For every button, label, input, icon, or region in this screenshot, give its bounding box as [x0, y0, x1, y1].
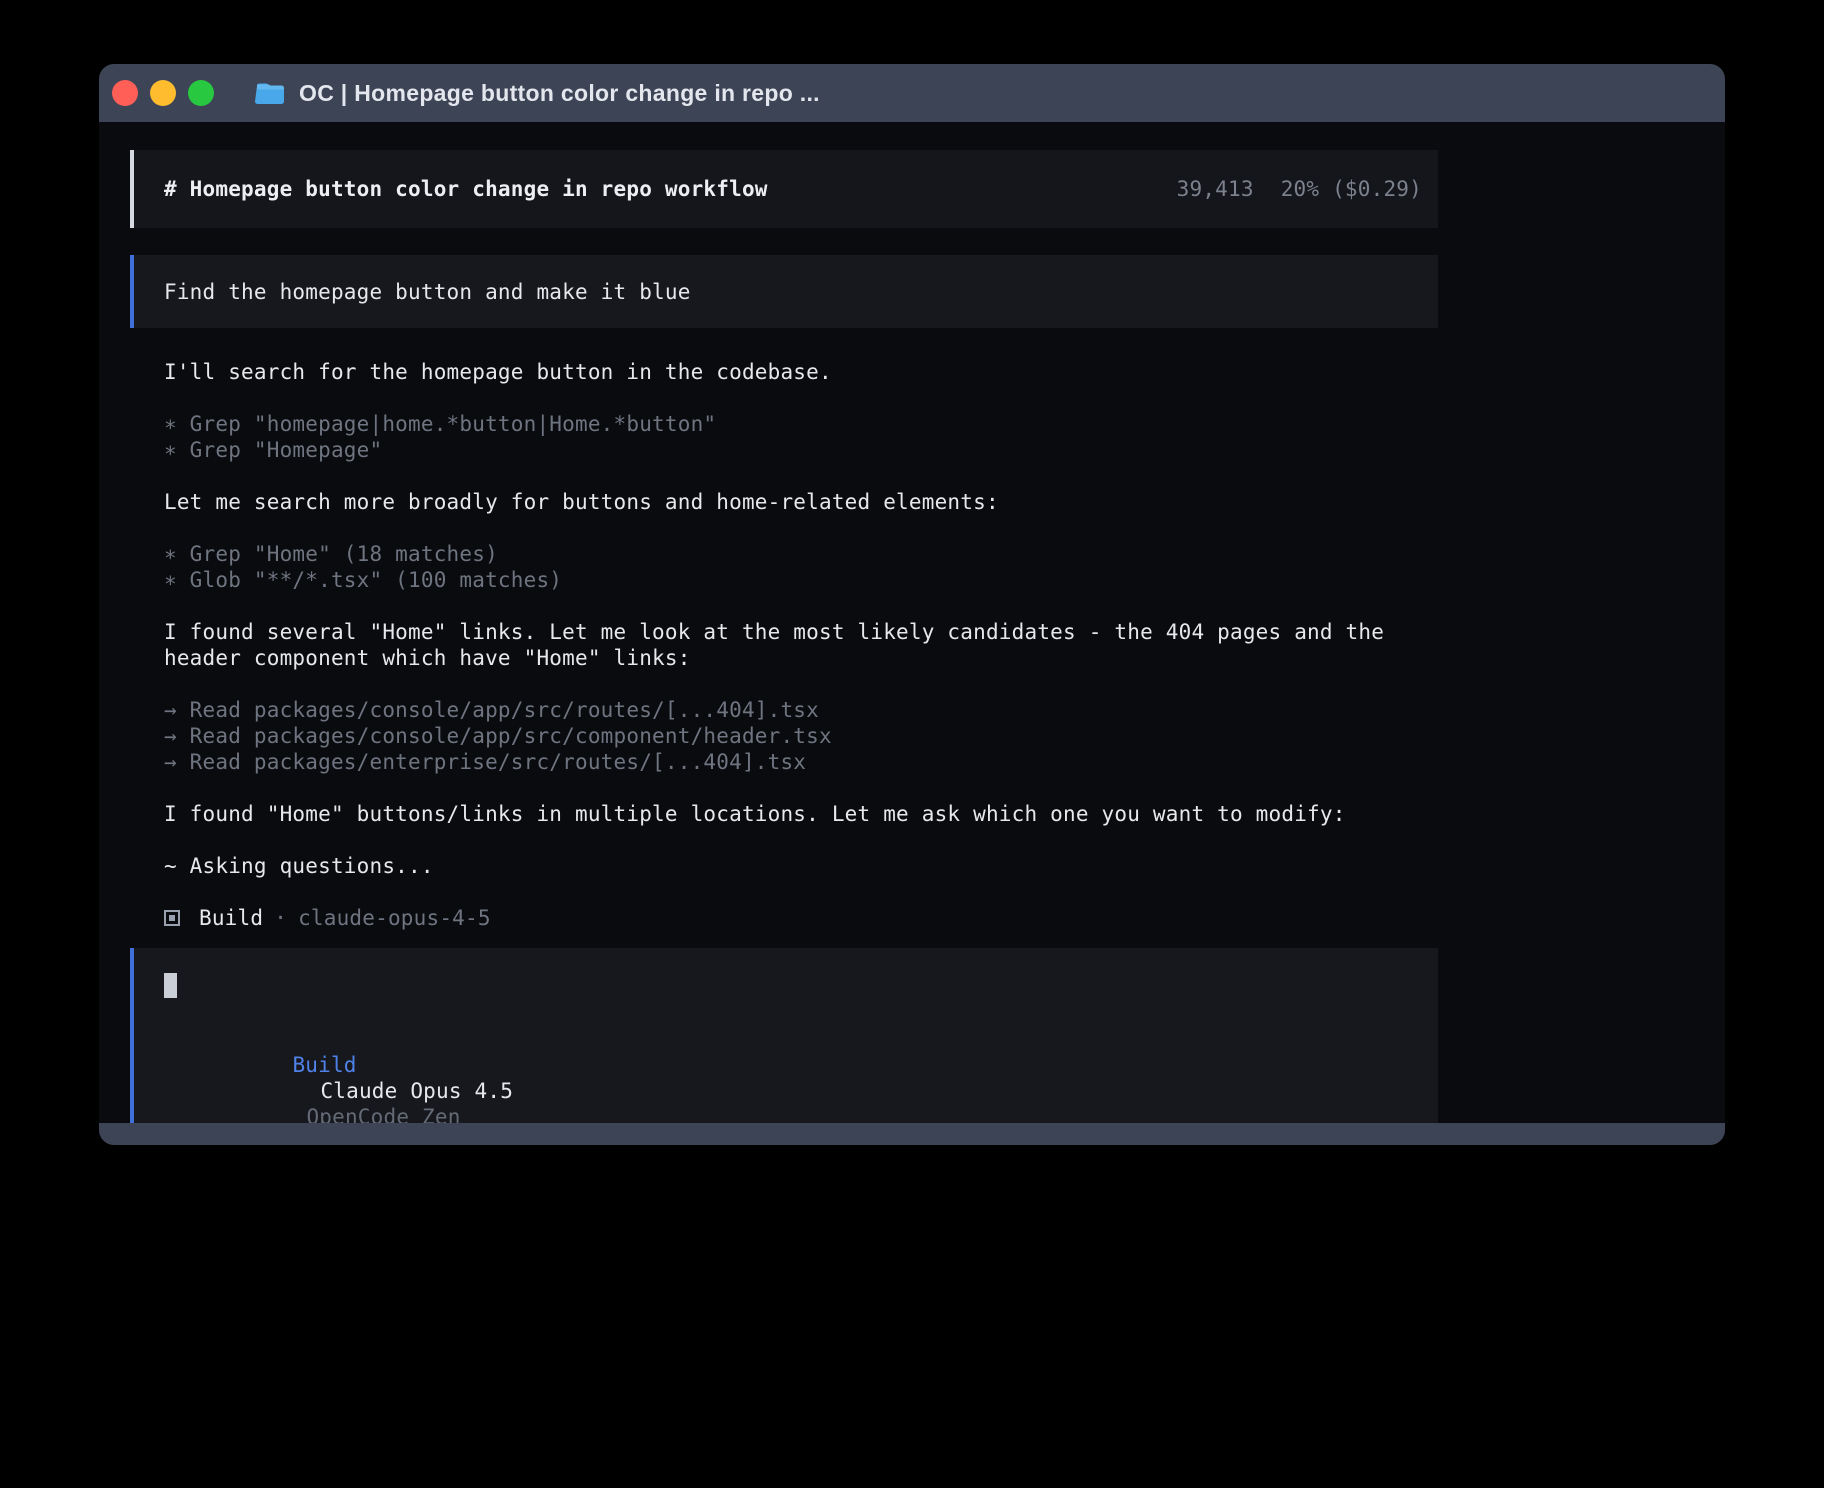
- context-cost: 20% ($0.29): [1281, 177, 1422, 201]
- assistant-text: I'll search for the homepage button in t…: [164, 359, 1438, 385]
- window-bottom-frame: [99, 1123, 1725, 1145]
- user-message: Find the homepage button and make it blu…: [130, 255, 1438, 328]
- input-meta: Build Claude Opus 4.5 OpenCode Zen: [164, 1026, 1408, 1123]
- tool-call-read: → Read packages/enterprise/src/routes/[.…: [164, 749, 1438, 775]
- terminal-window: OC | Homepage button color change in rep…: [99, 64, 1725, 1145]
- agent-model: claude-opus-4-5: [298, 905, 491, 931]
- zoom-button[interactable]: [188, 80, 214, 106]
- session-title: # Homepage button color change in repo w…: [164, 176, 768, 202]
- build-agent-icon: [164, 910, 180, 926]
- assistant-status: ~ Asking questions...: [164, 853, 1438, 879]
- assistant-text: Let me search more broadly for buttons a…: [164, 489, 1438, 515]
- tool-call-grep: ∗ Grep "Home" (18 matches): [164, 541, 1438, 567]
- assistant-text: I found "Home" buttons/links in multiple…: [164, 801, 1438, 827]
- terminal-content[interactable]: # Homepage button color change in repo w…: [99, 122, 1725, 1123]
- minimize-button[interactable]: [150, 80, 176, 106]
- tool-call-glob: ∗ Glob "**/*.tsx" (100 matches): [164, 567, 1438, 593]
- agent-status-line: Build · claude-opus-4-5: [164, 905, 1438, 931]
- tool-call-read: → Read packages/console/app/src/routes/[…: [164, 697, 1438, 723]
- agent-name: Build: [199, 905, 263, 931]
- session-stats: 39,413 20% ($0.29): [1177, 176, 1422, 202]
- session-header: # Homepage button color change in repo w…: [130, 150, 1438, 228]
- text-cursor: [164, 973, 177, 998]
- agent-separator: ·: [274, 905, 287, 931]
- close-button[interactable]: [112, 80, 138, 106]
- mode-label: Build: [292, 1053, 356, 1077]
- assistant-text: I found several "Home" links. Let me loo…: [164, 619, 1438, 671]
- prompt-input[interactable]: Build Claude Opus 4.5 OpenCode Zen: [130, 948, 1438, 1123]
- prompt-input-line[interactable]: [164, 973, 1408, 999]
- window-titlebar[interactable]: OC | Homepage button color change in rep…: [99, 64, 1725, 122]
- token-count: 39,413: [1177, 177, 1254, 201]
- window-title: OC | Homepage button color change in rep…: [299, 80, 820, 107]
- tool-call-read: → Read packages/console/app/src/componen…: [164, 723, 1438, 749]
- transcript: I'll search for the homepage button in t…: [130, 359, 1438, 931]
- input-provider: OpenCode Zen: [306, 1105, 460, 1123]
- input-model: Claude Opus 4.5: [320, 1079, 513, 1103]
- tool-call-grep: ∗ Grep "Homepage": [164, 437, 1438, 463]
- tool-call-grep: ∗ Grep "homepage|home.*button|Home.*butt…: [164, 411, 1438, 437]
- build-agent-icon-fill: [169, 915, 175, 921]
- folder-icon: [255, 81, 286, 106]
- user-message-text: Find the homepage button and make it blu…: [164, 279, 691, 305]
